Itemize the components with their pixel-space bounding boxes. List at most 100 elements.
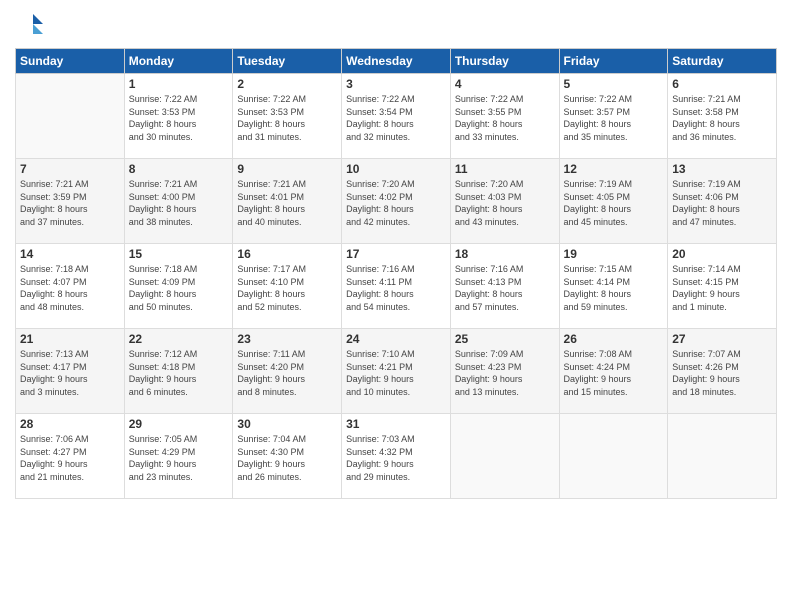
day-info: Sunrise: 7:08 AM Sunset: 4:24 PM Dayligh…	[564, 348, 664, 398]
day-number: 8	[129, 162, 229, 176]
day-number: 1	[129, 77, 229, 91]
calendar-day-cell: 5Sunrise: 7:22 AM Sunset: 3:57 PM Daylig…	[559, 74, 668, 159]
calendar-day-cell: 7 Sunrise: 7:21 AM Sunset: 3:59 PM Daylig…	[16, 159, 125, 244]
calendar-day-cell: 6Sunrise: 7:21 AM Sunset: 3:58 PM Daylig…	[668, 74, 777, 159]
day-info: Sunrise: 7:18 AM Sunset: 4:07 PM Dayligh…	[20, 263, 120, 313]
day-number: 21	[20, 332, 120, 346]
calendar-day-cell: 19Sunrise: 7:15 AM Sunset: 4:14 PM Dayli…	[559, 244, 668, 329]
weekday-header-thursday: Thursday	[450, 49, 559, 74]
day-number: 5	[564, 77, 664, 91]
logo	[15, 10, 49, 40]
day-number: 29	[129, 417, 229, 431]
weekday-header-row: SundayMondayTuesdayWednesdayThursdayFrid…	[16, 49, 777, 74]
day-info: Sunrise: 7:22 AM Sunset: 3:55 PM Dayligh…	[455, 93, 555, 143]
day-info: Sunrise: 7:20 AM Sunset: 4:02 PM Dayligh…	[346, 178, 446, 228]
day-info: Sunrise: 7:22 AM Sunset: 3:53 PM Dayligh…	[129, 93, 229, 143]
day-info: Sunrise: 7:16 AM Sunset: 4:13 PM Dayligh…	[455, 263, 555, 313]
calendar-day-cell	[559, 414, 668, 499]
day-number: 3	[346, 77, 446, 91]
day-info: Sunrise: 7:21 AM Sunset: 4:01 PM Dayligh…	[237, 178, 337, 228]
day-info: Sunrise: 7:05 AM Sunset: 4:29 PM Dayligh…	[129, 433, 229, 483]
day-number: 18	[455, 247, 555, 261]
day-number: 31	[346, 417, 446, 431]
day-number: 26	[564, 332, 664, 346]
weekday-header-sunday: Sunday	[16, 49, 125, 74]
calendar-week-row: 21 Sunrise: 7:13 AM Sunset: 4:17 PM Dayli…	[16, 329, 777, 414]
day-info: Sunrise: 7:21 AM Sunset: 4:00 PM Dayligh…	[129, 178, 229, 228]
calendar-day-cell: 31 Sunrise: 7:03 AM Sunset: 4:32 PM Dayli…	[342, 414, 451, 499]
day-info: Sunrise: 7:03 AM Sunset: 4:32 PM Dayligh…	[346, 433, 446, 483]
day-info: Sunrise: 7:19 AM Sunset: 4:06 PM Dayligh…	[672, 178, 772, 228]
day-info: Sunrise: 7:04 AM Sunset: 4:30 PM Dayligh…	[237, 433, 337, 483]
calendar-table: SundayMondayTuesdayWednesdayThursdayFrid…	[15, 48, 777, 499]
day-info: Sunrise: 7:15 AM Sunset: 4:14 PM Dayligh…	[564, 263, 664, 313]
calendar-day-cell: 18 Sunrise: 7:16 AM Sunset: 4:13 PM Dayli…	[450, 244, 559, 329]
calendar-day-cell: 8 Sunrise: 7:21 AM Sunset: 4:00 PM Daylig…	[124, 159, 233, 244]
calendar-day-cell: 20 Sunrise: 7:14 AM Sunset: 4:15 PM Dayli…	[668, 244, 777, 329]
day-info: Sunrise: 7:22 AM Sunset: 3:54 PM Dayligh…	[346, 93, 446, 143]
calendar-day-cell: 22Sunrise: 7:12 AM Sunset: 4:18 PM Dayli…	[124, 329, 233, 414]
day-number: 15	[129, 247, 229, 261]
day-info: Sunrise: 7:14 AM Sunset: 4:15 PM Dayligh…	[672, 263, 772, 313]
day-info: Sunrise: 7:22 AM Sunset: 3:53 PM Dayligh…	[237, 93, 337, 143]
calendar-day-cell: 2 Sunrise: 7:22 AM Sunset: 3:53 PM Daylig…	[233, 74, 342, 159]
calendar-day-cell	[668, 414, 777, 499]
calendar-day-cell: 21 Sunrise: 7:13 AM Sunset: 4:17 PM Dayli…	[16, 329, 125, 414]
logo-icon	[15, 10, 45, 40]
calendar-day-cell: 9 Sunrise: 7:21 AM Sunset: 4:01 PM Daylig…	[233, 159, 342, 244]
day-info: Sunrise: 7:07 AM Sunset: 4:26 PM Dayligh…	[672, 348, 772, 398]
day-number: 10	[346, 162, 446, 176]
calendar-day-cell: 1 Sunrise: 7:22 AM Sunset: 3:53 PM Daylig…	[124, 74, 233, 159]
day-number: 9	[237, 162, 337, 176]
day-number: 14	[20, 247, 120, 261]
day-number: 20	[672, 247, 772, 261]
calendar-day-cell: 30 Sunrise: 7:04 AM Sunset: 4:30 PM Dayli…	[233, 414, 342, 499]
day-number: 28	[20, 417, 120, 431]
calendar-day-cell: 26 Sunrise: 7:08 AM Sunset: 4:24 PM Dayli…	[559, 329, 668, 414]
calendar-week-row: 7 Sunrise: 7:21 AM Sunset: 3:59 PM Daylig…	[16, 159, 777, 244]
calendar-day-cell: 15 Sunrise: 7:18 AM Sunset: 4:09 PM Dayli…	[124, 244, 233, 329]
calendar-week-row: 1 Sunrise: 7:22 AM Sunset: 3:53 PM Daylig…	[16, 74, 777, 159]
day-number: 12	[564, 162, 664, 176]
day-number: 22	[129, 332, 229, 346]
weekday-header-saturday: Saturday	[668, 49, 777, 74]
calendar-week-row: 28Sunrise: 7:06 AM Sunset: 4:27 PM Dayli…	[16, 414, 777, 499]
day-info: Sunrise: 7:11 AM Sunset: 4:20 PM Dayligh…	[237, 348, 337, 398]
weekday-header-tuesday: Tuesday	[233, 49, 342, 74]
day-number: 11	[455, 162, 555, 176]
day-number: 2	[237, 77, 337, 91]
day-info: Sunrise: 7:21 AM Sunset: 3:59 PM Dayligh…	[20, 178, 120, 228]
calendar-day-cell: 29 Sunrise: 7:05 AM Sunset: 4:29 PM Dayli…	[124, 414, 233, 499]
weekday-header-friday: Friday	[559, 49, 668, 74]
calendar-day-cell: 13 Sunrise: 7:19 AM Sunset: 4:06 PM Dayli…	[668, 159, 777, 244]
day-info: Sunrise: 7:18 AM Sunset: 4:09 PM Dayligh…	[129, 263, 229, 313]
calendar-day-cell: 24 Sunrise: 7:10 AM Sunset: 4:21 PM Dayli…	[342, 329, 451, 414]
day-number: 27	[672, 332, 772, 346]
day-info: Sunrise: 7:21 AM Sunset: 3:58 PM Dayligh…	[672, 93, 772, 143]
calendar-day-cell: 23 Sunrise: 7:11 AM Sunset: 4:20 PM Dayli…	[233, 329, 342, 414]
calendar-day-cell: 11 Sunrise: 7:20 AM Sunset: 4:03 PM Dayli…	[450, 159, 559, 244]
calendar-day-cell: 16Sunrise: 7:17 AM Sunset: 4:10 PM Dayli…	[233, 244, 342, 329]
day-number: 25	[455, 332, 555, 346]
day-number: 13	[672, 162, 772, 176]
day-info: Sunrise: 7:09 AM Sunset: 4:23 PM Dayligh…	[455, 348, 555, 398]
day-info: Sunrise: 7:13 AM Sunset: 4:17 PM Dayligh…	[20, 348, 120, 398]
weekday-header-monday: Monday	[124, 49, 233, 74]
day-number: 23	[237, 332, 337, 346]
header	[15, 10, 777, 40]
calendar-week-row: 14 Sunrise: 7:18 AM Sunset: 4:07 PM Dayli…	[16, 244, 777, 329]
day-number: 7	[20, 162, 120, 176]
day-number: 24	[346, 332, 446, 346]
day-info: Sunrise: 7:20 AM Sunset: 4:03 PM Dayligh…	[455, 178, 555, 228]
calendar-day-cell: 12Sunrise: 7:19 AM Sunset: 4:05 PM Dayli…	[559, 159, 668, 244]
calendar-day-cell: 3 Sunrise: 7:22 AM Sunset: 3:54 PM Daylig…	[342, 74, 451, 159]
calendar-day-cell: 25 Sunrise: 7:09 AM Sunset: 4:23 PM Dayli…	[450, 329, 559, 414]
calendar-day-cell	[450, 414, 559, 499]
day-info: Sunrise: 7:17 AM Sunset: 4:10 PM Dayligh…	[237, 263, 337, 313]
day-number: 30	[237, 417, 337, 431]
calendar-day-cell: 4Sunrise: 7:22 AM Sunset: 3:55 PM Daylig…	[450, 74, 559, 159]
day-info: Sunrise: 7:10 AM Sunset: 4:21 PM Dayligh…	[346, 348, 446, 398]
day-info: Sunrise: 7:16 AM Sunset: 4:11 PM Dayligh…	[346, 263, 446, 313]
calendar-day-cell: 14 Sunrise: 7:18 AM Sunset: 4:07 PM Dayli…	[16, 244, 125, 329]
weekday-header-wednesday: Wednesday	[342, 49, 451, 74]
